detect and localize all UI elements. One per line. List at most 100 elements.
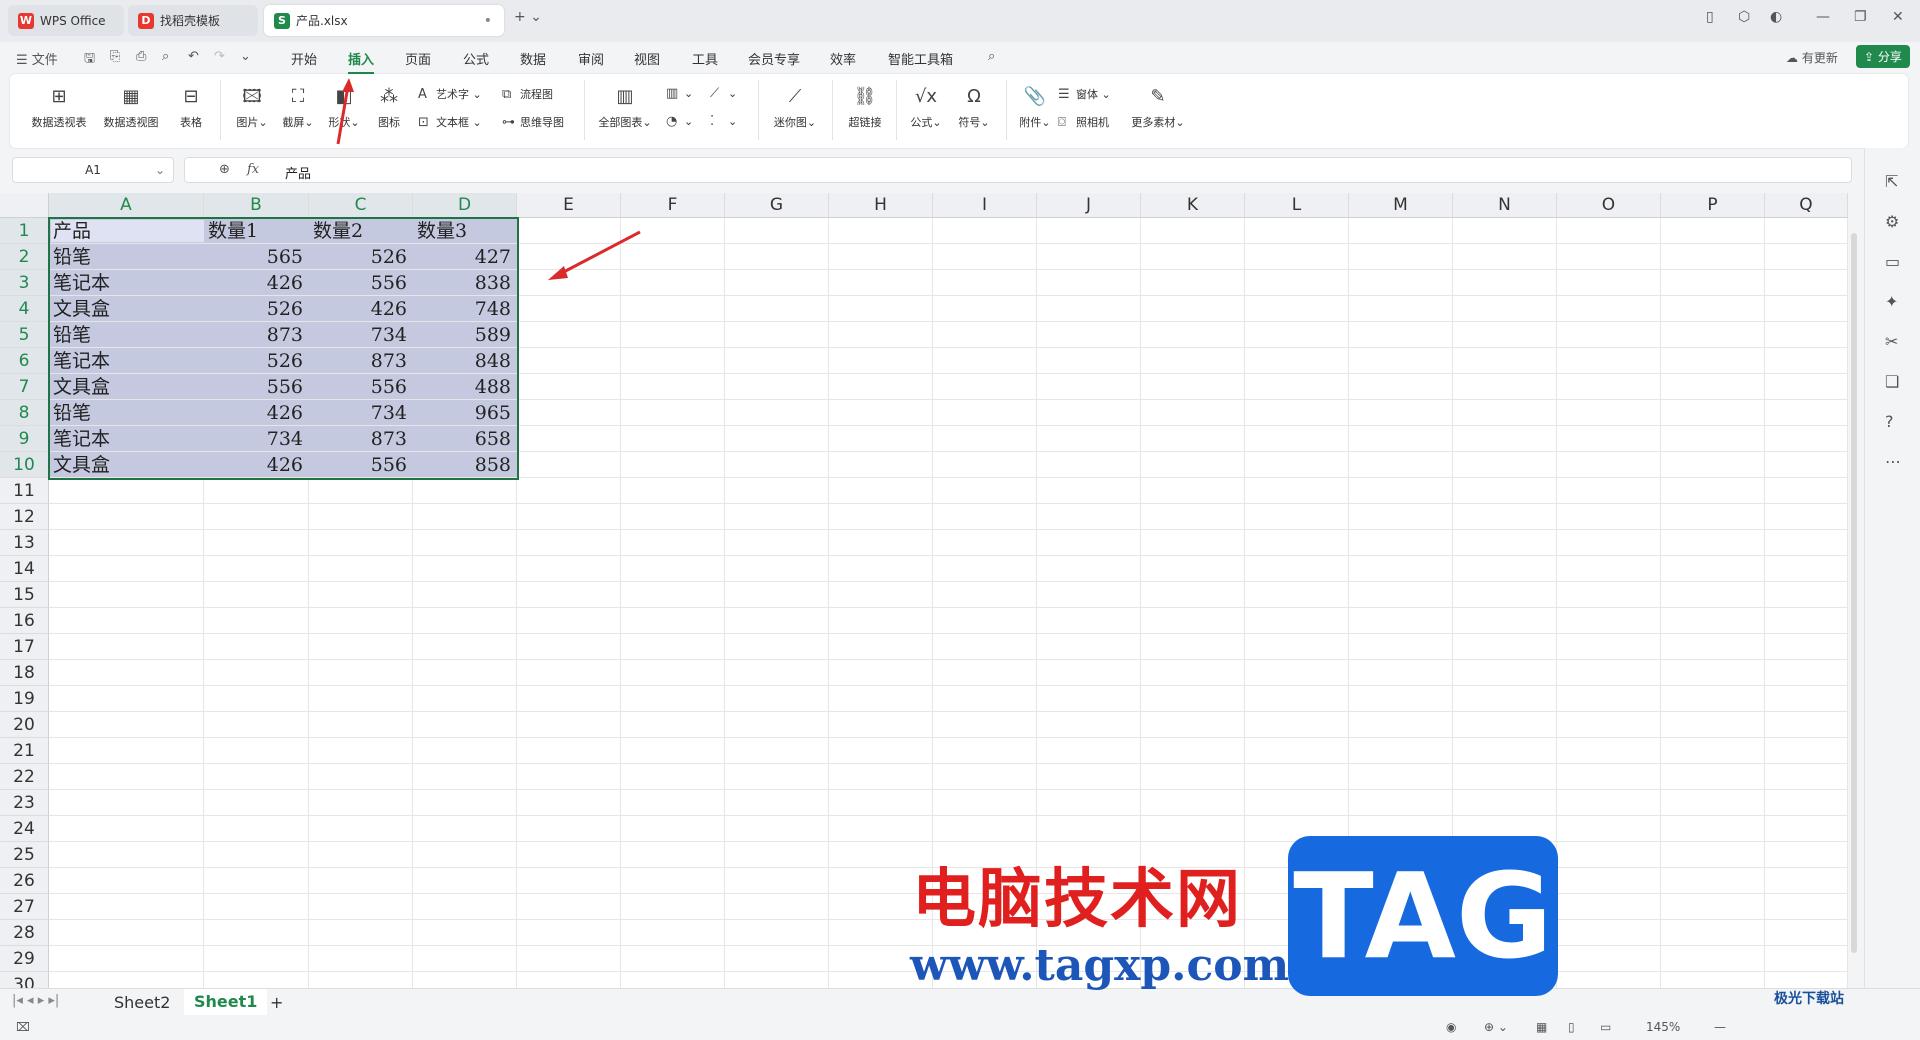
more-material-button[interactable]: ✎ 更多素材⌄ [1126, 86, 1190, 130]
cube-icon[interactable]: ⬡ [1738, 9, 1750, 25]
row-header[interactable]: 6 [0, 348, 49, 374]
row-header[interactable]: 8 [0, 400, 49, 426]
form-button[interactable]: ☰ 窗体 ⌄ [1058, 86, 1111, 102]
tab-product-xlsx[interactable]: S 产品.xlsx • [264, 5, 504, 36]
pivot-table-button[interactable]: ⊞ 数据透视表 [28, 86, 90, 130]
row-header[interactable]: 13 [0, 530, 49, 556]
help-icon[interactable]: ? [1885, 412, 1894, 431]
row-header[interactable]: 7 [0, 374, 49, 400]
column-chart-button[interactable]: ▥ ⌄ [666, 86, 693, 101]
avatar[interactable]: ◐ [1770, 9, 1782, 25]
share-button[interactable]: ⇪ 分享 [1856, 45, 1910, 68]
undo-icon[interactable]: ↶ [188, 49, 199, 64]
row-header[interactable]: 5 [0, 322, 49, 348]
close-icon[interactable]: ✕ [1892, 9, 1904, 25]
formula-button[interactable]: √x 公式⌄ [906, 86, 946, 130]
row-header[interactable]: 18 [0, 660, 49, 686]
vertical-scrollbar[interactable] [1848, 193, 1862, 988]
preview-icon[interactable]: ⌕ [162, 49, 169, 64]
sparkline-button[interactable]: ⟋ 迷你图⌄ [770, 86, 820, 130]
hyperlink-button[interactable]: ⛓ 超链接 [844, 86, 886, 130]
column-header[interactable]: K [1141, 193, 1245, 218]
mindmap-button[interactable]: ⊶ 思维导图 [502, 114, 564, 130]
normal-view-icon[interactable]: ▦ [1536, 1020, 1547, 1034]
camera-button[interactable]: ⌼ 照相机 [1058, 114, 1109, 130]
sheet-nav-icon[interactable]: |◂ ◂ ▸ ▸| [12, 993, 59, 1008]
save-icon[interactable]: 🖫 [84, 49, 95, 71]
row-header[interactable]: 14 [0, 556, 49, 582]
menu-data[interactable]: 数据 [520, 49, 546, 68]
select-all-corner[interactable] [0, 193, 49, 218]
zoom-out-icon[interactable]: — [1714, 1020, 1726, 1034]
column-header[interactable]: C [309, 193, 413, 218]
minimize-icon[interactable]: — [1816, 9, 1830, 25]
menu-page[interactable]: 页面 [405, 49, 431, 68]
zoom-level[interactable]: 145% [1646, 1020, 1680, 1034]
row-header[interactable]: 21 [0, 738, 49, 764]
pie-chart-button[interactable]: ◔ ⌄ [666, 114, 693, 129]
column-header[interactable]: Q [1765, 193, 1848, 218]
scroll-thumb[interactable] [1851, 233, 1857, 953]
tab-dot-icon[interactable]: • [484, 13, 492, 29]
tab-wps-office[interactable]: W WPS Office [8, 5, 124, 36]
macro-icon[interactable]: ⌧ [16, 1020, 30, 1034]
column-header[interactable]: O [1557, 193, 1661, 218]
icon-button[interactable]: ⁂ 图标 [372, 86, 406, 130]
row-header[interactable]: 26 [0, 868, 49, 894]
fx-icon[interactable]: fx [247, 162, 259, 177]
menu-formula[interactable]: 公式 [463, 49, 489, 68]
book-icon[interactable]: ❏ [1885, 372, 1899, 391]
column-header[interactable]: E [517, 193, 621, 218]
print-icon[interactable]: ⎙ [136, 49, 146, 64]
row-header[interactable]: 3 [0, 270, 49, 296]
column-header[interactable]: D [413, 193, 517, 218]
menu-member[interactable]: 会员专享 [748, 49, 800, 68]
wordart-button[interactable]: A 艺术字 ⌄ [418, 86, 482, 102]
row-header[interactable]: 9 [0, 426, 49, 452]
row-header[interactable]: 10 [0, 452, 49, 478]
row-header[interactable]: 11 [0, 478, 49, 504]
row-header[interactable]: 16 [0, 608, 49, 634]
column-header[interactable]: G [725, 193, 829, 218]
column-header[interactable]: A [49, 193, 204, 218]
all-charts-button[interactable]: ▥ 全部图表⌄ [596, 86, 654, 130]
column-header[interactable]: P [1661, 193, 1765, 218]
row-header[interactable]: 2 [0, 244, 49, 270]
eye-icon[interactable]: ◉ [1446, 1020, 1456, 1034]
add-sheet-icon[interactable]: + [270, 993, 283, 1012]
redo-icon[interactable]: ↷ [214, 49, 225, 64]
attachment-button[interactable]: 📎 附件⌄ [1016, 86, 1054, 130]
tab-template[interactable]: D 找稻壳模板 [128, 5, 258, 36]
row-header[interactable]: 22 [0, 764, 49, 790]
row-header[interactable]: 20 [0, 712, 49, 738]
picture-button[interactable]: 🖾 图片⌄ [232, 86, 272, 130]
column-header[interactable]: J [1037, 193, 1141, 218]
tools-icon[interactable]: ✂ [1885, 332, 1898, 351]
table-button[interactable]: ⊟ 表格 [174, 86, 208, 130]
shape-button[interactable]: ◧ 形状⌄ [324, 86, 364, 130]
menu-efficiency[interactable]: 效率 [830, 49, 856, 68]
ai-icon[interactable]: ✦ [1885, 292, 1898, 311]
select-icon[interactable]: ⇱ [1885, 172, 1898, 191]
menu-insert[interactable]: 插入 [348, 49, 375, 74]
layout-icon[interactable]: ▯ [1706, 9, 1714, 25]
flowchart-button[interactable]: ⧉ 流程图 [502, 86, 553, 102]
row-header[interactable]: 25 [0, 842, 49, 868]
name-box[interactable]: A1 ⌄ [12, 157, 174, 183]
more-icon[interactable]: ⌄ [240, 49, 251, 64]
row-header[interactable]: 30 [0, 972, 49, 988]
line-chart-button[interactable]: ⟋ ⌄ [710, 86, 737, 101]
file-menu[interactable]: ☰ 文件 [16, 49, 58, 68]
row-header[interactable]: 23 [0, 790, 49, 816]
row-header[interactable]: 17 [0, 634, 49, 660]
zoom-icon[interactable]: ⊕ [219, 162, 230, 177]
column-header[interactable]: L [1245, 193, 1349, 218]
row-header[interactable]: 12 [0, 504, 49, 530]
column-header[interactable]: M [1349, 193, 1453, 218]
column-header[interactable]: H [829, 193, 933, 218]
comment-icon[interactable]: ▭ [1885, 252, 1900, 271]
more-icon[interactable]: ⋯ [1885, 452, 1901, 471]
pivot-chart-button[interactable]: ▦ 数据透视图 [100, 86, 162, 130]
column-header[interactable]: F [621, 193, 725, 218]
settings-icon[interactable]: ⚙ [1885, 212, 1899, 231]
